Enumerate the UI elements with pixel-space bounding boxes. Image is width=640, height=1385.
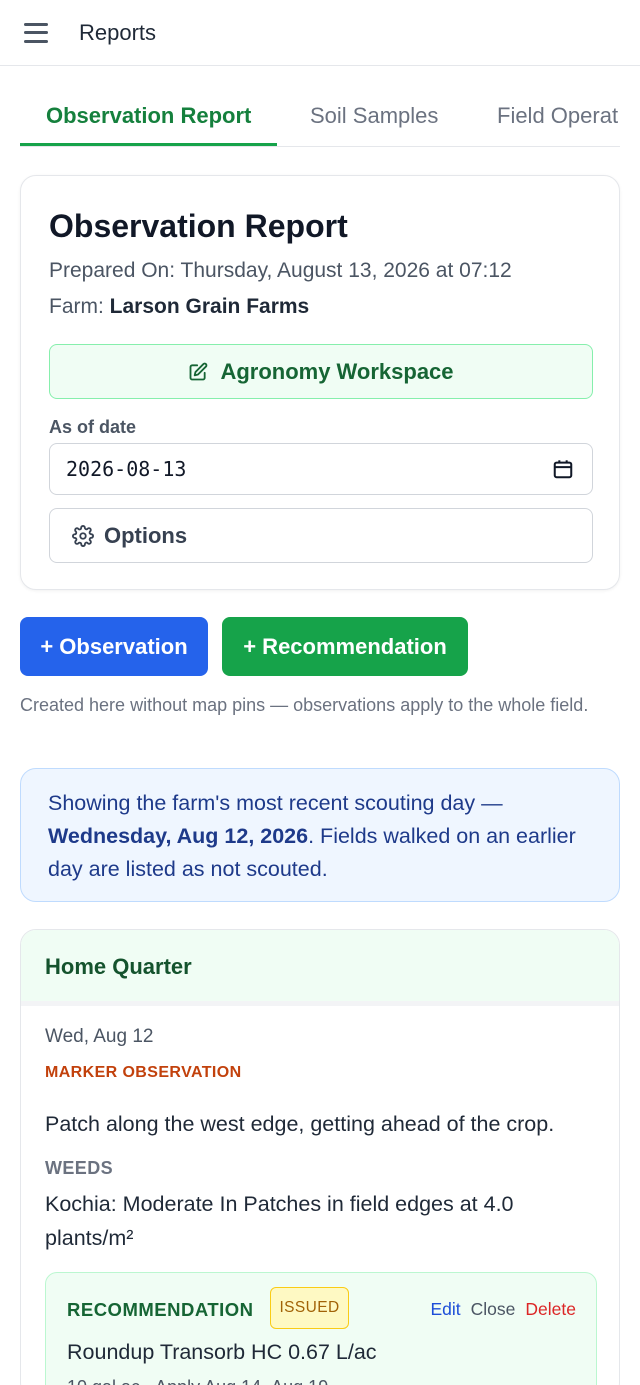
observation-date: Wed, Aug 12	[45, 1026, 154, 1047]
hamburger-menu-icon[interactable]	[24, 22, 48, 43]
close-recommendation-link[interactable]: Close	[471, 1299, 516, 1320]
field-card: Home Quarter Wed, Aug 12 MARKER OBSERVAT…	[20, 929, 620, 1385]
observation-type: MARKER OBSERVATION	[45, 1064, 242, 1081]
recommendation-actions: Edit Close Delete	[431, 1299, 577, 1320]
tab-field-operations[interactable]: Field Operat	[471, 94, 620, 146]
observation-note: Patch along the west edge, getting ahead…	[45, 1112, 555, 1136]
agronomy-workspace-button[interactable]: Agronomy Workspace	[49, 344, 593, 399]
banner-prefix: Showing the farm's most recent scouting …	[48, 791, 503, 815]
report-tabs: Observation Report Soil Samples Field Op…	[20, 94, 620, 147]
farm-line: Farm: Larson Grain Farms	[49, 295, 309, 319]
page-title: Reports	[79, 19, 157, 45]
as-of-date-value: 2026-08-13	[66, 457, 187, 481]
status-badge: ISSUED	[270, 1287, 349, 1329]
calendar-icon[interactable]	[552, 458, 574, 480]
observation-detail: Kochia: Moderate In Patches in field edg…	[45, 1192, 514, 1250]
edit-icon	[190, 362, 208, 380]
delete-recommendation-link[interactable]: Delete	[525, 1299, 576, 1320]
recommendation-label: RECOMMENDATION	[67, 1299, 254, 1320]
prepared-on-text: Prepared On: Thursday, August 13, 2026 a…	[49, 259, 512, 282]
farm-label: Farm:	[49, 295, 110, 318]
add-recommendation-button[interactable]: + Recommendation	[222, 617, 468, 676]
top-app-bar: Reports	[0, 0, 640, 66]
tab-observation-report[interactable]: Observation Report	[20, 94, 278, 146]
recommendation-card: RECOMMENDATION ISSUED Edit Close Delete …	[45, 1272, 597, 1385]
recommendation-product: Roundup Transorb HC 0.67 L/ac	[67, 1340, 377, 1364]
report-title: Observation Report	[49, 208, 348, 244]
tab-soil-samples[interactable]: Soil Samples	[284, 94, 464, 146]
options-button[interactable]: Options	[49, 508, 593, 563]
report-header-card: Observation Report Prepared On: Thursday…	[20, 175, 620, 590]
as-of-date-input[interactable]: 2026-08-13	[49, 443, 593, 495]
field-name: Home Quarter	[21, 930, 619, 1006]
add-observation-button[interactable]: + Observation	[20, 617, 208, 676]
farm-name: Larson Grain Farms	[109, 295, 310, 318]
options-label: Options	[104, 522, 188, 548]
map-pin-hint: Created here without map pins — observat…	[20, 695, 589, 715]
recommendation-details: 10 gal ac · Apply Aug 14–Aug 19	[67, 1377, 328, 1385]
as-of-date-label: As of date	[49, 417, 137, 437]
banner-date: Wednesday, Aug 12, 2026	[48, 824, 309, 848]
gear-icon	[72, 524, 94, 547]
agronomy-workspace-label: Agronomy Workspace	[220, 358, 454, 384]
scouting-day-banner: Showing the farm's most recent scouting …	[20, 768, 620, 902]
edit-recommendation-link[interactable]: Edit	[431, 1299, 461, 1320]
observation-category: WEEDS	[45, 1158, 114, 1178]
